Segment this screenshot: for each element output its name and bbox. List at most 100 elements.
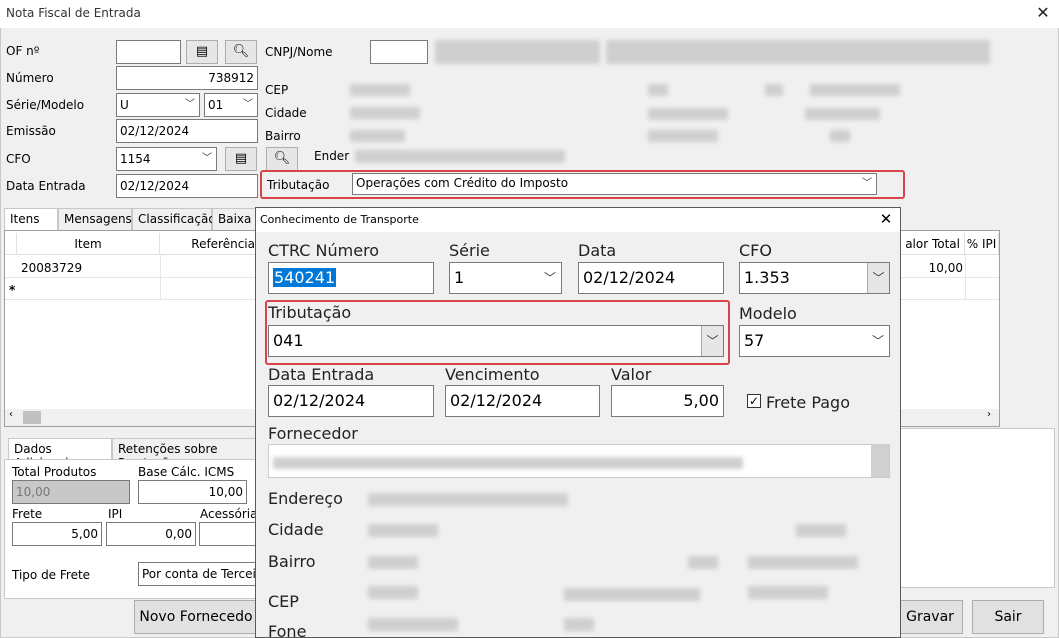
bairro-label: Bairro	[265, 129, 301, 143]
tab-dados-adicionais[interactable]: Dados Adicionais	[8, 438, 112, 470]
chevron-down-icon: ﹀	[202, 153, 212, 164]
bairro-blurred	[350, 130, 405, 142]
frete-pago-label: Frete Pago	[766, 393, 850, 412]
tab-classificacao[interactable]: Classificação	[132, 208, 216, 230]
tributacao-select[interactable]: Operações com Crédito do Imposto ﹀	[352, 173, 877, 195]
blurred-field	[810, 84, 900, 96]
of-input[interactable]	[116, 40, 181, 64]
serie-value: U	[120, 98, 129, 112]
endereco-label: Ender	[314, 149, 350, 163]
novo-fornecedor-button[interactable]: Novo Fornecedo	[134, 600, 258, 634]
modelo-select[interactable]: 01 ﹀	[204, 93, 258, 117]
inscricao-blurred	[748, 586, 828, 599]
acessorias-input[interactable]	[199, 522, 259, 546]
column-header-valor-total[interactable]: alor Total	[895, 233, 965, 255]
ipi-input[interactable]: 0,00	[106, 522, 196, 546]
chevron-down-icon: ﹀	[185, 99, 195, 110]
frete-input[interactable]: 5,00	[12, 522, 102, 546]
scroll-thumb[interactable]	[23, 411, 41, 424]
cfo-label: CFO	[6, 152, 31, 166]
of-label: OF nº	[6, 44, 40, 58]
cnpj-input[interactable]	[370, 40, 428, 64]
total-produtos-label: Total Produtos	[12, 465, 97, 479]
column-header-item[interactable]: Item	[17, 233, 160, 255]
endereco-label: Endereço	[268, 489, 343, 508]
search-icon[interactable]: 🔍︎	[266, 147, 298, 171]
list-icon[interactable]: ▤	[225, 147, 257, 171]
cep-label: CEP	[268, 592, 299, 611]
base-icms-input[interactable]: 10,00	[138, 480, 247, 504]
fone-label: Fone	[268, 622, 307, 638]
chevron-down-icon: ﹀	[243, 99, 253, 110]
modelo-label: Modelo	[739, 304, 797, 323]
bairro-label: Bairro	[268, 552, 316, 571]
vencimento-label: Vencimento	[445, 365, 540, 384]
new-row-marker: *	[9, 283, 16, 297]
cidade-label: Cidade	[265, 106, 307, 120]
frete-pago-checkbox[interactable]: ✓	[747, 394, 761, 408]
valor-label: Valor	[611, 365, 652, 384]
blurred-field	[830, 130, 850, 142]
cfo-value: 1154	[120, 152, 151, 166]
title-bar: Nota Fiscal de Entrada ✕	[0, 0, 1059, 28]
scroll-left-icon[interactable]: ‹	[9, 409, 13, 420]
tab-retencoes[interactable]: Retenções sobre Prestaçã	[112, 438, 258, 460]
column-header-ipi[interactable]: % IPI	[965, 233, 999, 255]
scroll-right-icon[interactable]: ›	[987, 409, 991, 420]
data-entrada-label: Data Entrada	[268, 365, 375, 384]
sair-button[interactable]: Sair	[972, 600, 1044, 634]
tributacao-value: Operações com Crédito do Imposto	[356, 176, 569, 190]
serie-modelo-label: Série/Modelo	[6, 98, 85, 112]
valor-input[interactable]: 5,00	[611, 385, 724, 417]
numero-input[interactable]: 738912	[116, 66, 258, 90]
data-entrada-input[interactable]: 02/12/2024	[116, 174, 258, 198]
close-icon[interactable]: ✕	[876, 210, 896, 228]
blurred-field	[805, 108, 880, 120]
serie-select[interactable]: U ﹀	[116, 93, 200, 117]
data-input[interactable]: 02/12/2024	[578, 262, 724, 294]
search-icon[interactable]: 🔍︎	[225, 40, 257, 64]
data-label: Data	[578, 241, 617, 260]
grid-cell-item[interactable]: 20083729	[21, 261, 82, 275]
fornecedor-button[interactable]	[871, 445, 889, 477]
list-icon[interactable]: ▤	[186, 40, 218, 64]
tributacao-label: Tributação	[268, 303, 352, 322]
right-panel	[900, 428, 1055, 588]
modelo-select[interactable]: 57 ﹀	[739, 325, 890, 357]
cep-blurred	[368, 586, 418, 599]
chevron-down-icon: ﹀	[867, 263, 889, 293]
fornecedor-blurred	[273, 457, 743, 469]
tipo-frete-select[interactable]: Por conta de Terceiro	[138, 562, 258, 586]
numero-label: Número	[6, 71, 54, 85]
blurred-field	[648, 130, 718, 142]
uf-blurred	[796, 524, 846, 537]
chevron-down-icon: ﹀	[701, 326, 723, 356]
grid-cell-total[interactable]: 10,00	[905, 261, 963, 275]
column-header-referencia[interactable]: Referência	[160, 233, 260, 255]
cfo-select[interactable]: 1.353 ﹀	[739, 262, 890, 294]
cfo-select[interactable]: 1154 ﹀	[116, 147, 217, 171]
tributacao-label: Tributação	[267, 178, 330, 192]
inscricao-label-blurred	[564, 588, 700, 601]
tab-mensagens[interactable]: Mensagens	[58, 208, 132, 230]
ctrc-input[interactable]: 540241	[268, 262, 434, 294]
fornecedor-field[interactable]	[268, 444, 890, 478]
data-entrada-input[interactable]: 02/12/2024	[268, 385, 434, 417]
cnpj-label-blurred	[688, 556, 718, 569]
tributacao-select[interactable]: 041 ﹀	[268, 325, 724, 357]
vencimento-input[interactable]: 02/12/2024	[445, 385, 600, 417]
serie-select[interactable]: 1 ﹀	[449, 262, 562, 294]
tipo-frete-label: Tipo de Frete	[12, 568, 91, 582]
tributacao-value: 041	[273, 331, 304, 350]
emissao-input[interactable]: 02/12/2024	[116, 119, 258, 143]
modelo-value: 01	[208, 98, 224, 112]
cidade-blurred	[368, 524, 438, 537]
cep-blurred	[350, 84, 410, 96]
gravar-button[interactable]: Gravar	[897, 600, 963, 634]
nome-value-blurred	[606, 40, 990, 64]
blurred-field	[765, 84, 783, 96]
col-divider	[965, 255, 966, 299]
tab-itens[interactable]: Itens	[4, 208, 58, 230]
close-icon[interactable]: ✕	[1030, 2, 1056, 24]
grid-corner	[5, 233, 17, 255]
